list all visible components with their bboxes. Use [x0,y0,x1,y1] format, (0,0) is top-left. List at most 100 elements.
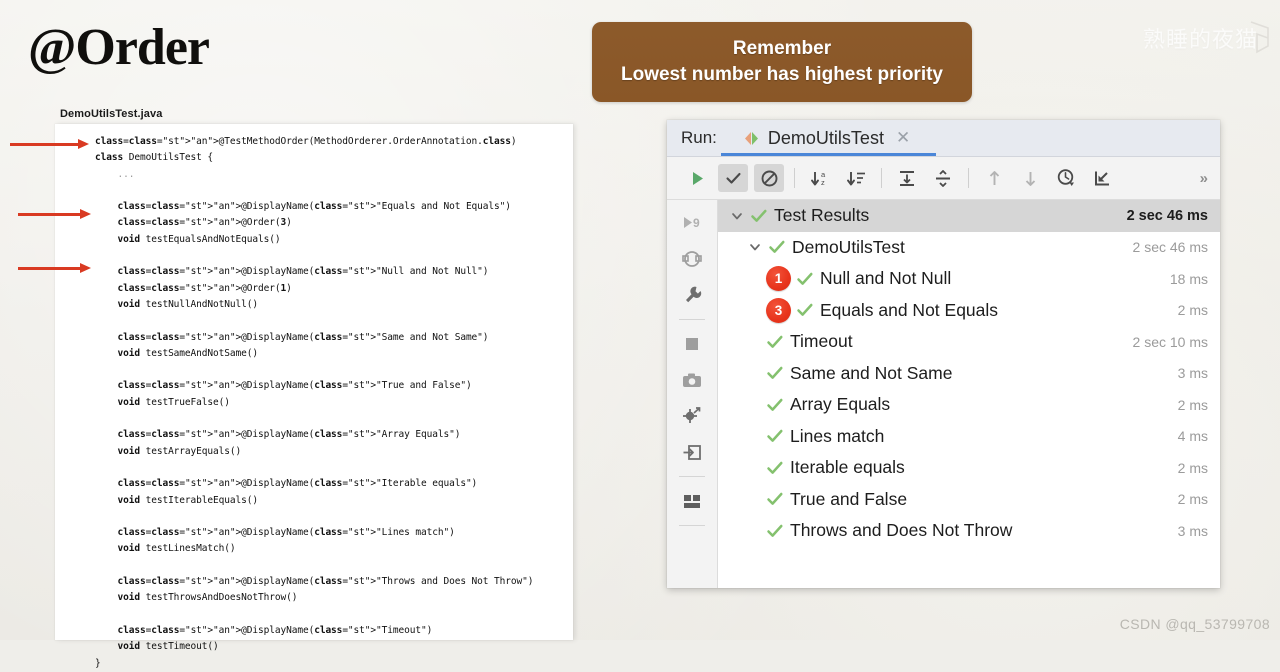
test-passed-icon [767,398,783,411]
toolbar-overflow-button[interactable]: » [1200,170,1208,187]
run-config-icon [743,131,760,146]
test-duration: 2 sec 46 ms [1132,239,1208,256]
annotation-arrow-1 [10,139,90,149]
close-icon[interactable]: ✕ [896,128,910,148]
test-row[interactable]: Lines match 4 ms [718,421,1220,453]
export-icon[interactable] [676,435,708,469]
watermark-logo-icon [1250,21,1269,54]
sort-by-duration-button[interactable] [841,164,871,192]
scroll-to-source-button[interactable] [1087,164,1117,192]
banner-line-1: Remember [732,38,832,59]
run-window-body: 9 Test Results 2 sec 46 ms DemoUtilsTest… [667,200,1220,588]
run-toolbar: a z » [667,157,1220,200]
check-icon [725,172,741,184]
page-title: @Order [28,19,210,76]
test-results-tree[interactable]: Test Results 2 sec 46 ms DemoUtilsTest 2 se… [718,200,1220,588]
test-row[interactable]: Iterable equals 2 ms [718,452,1220,484]
collapse-all-icon [936,169,950,187]
test-passed-icon [767,430,783,443]
test-row[interactable]: 3 Equals and Not Equals 2 ms [718,295,1220,327]
code-block: class=class="st">"an">@TestMethodOrder(M… [95,136,534,669]
test-duration: 2 ms [1177,491,1208,508]
test-passed-icon [767,335,783,348]
annotation-arrow-2 [18,209,96,219]
layout-icon[interactable] [676,484,708,518]
test-passed-icon [767,493,783,506]
expand-all-icon [900,170,914,186]
show-ignored-button[interactable] [754,164,784,192]
sort-duration-icon [846,171,865,185]
test-passed-icon [769,241,785,254]
test-row[interactable]: 1 Null and Not Null 18 ms [718,263,1220,295]
test-row[interactable]: Timeout 2 sec 10 ms [718,326,1220,358]
test-row[interactable]: Throws and Does Not Throw 3 ms [718,515,1220,547]
run-tabbar: Run: DemoUtilsTest ✕ [667,120,1220,157]
settings-wrench-icon[interactable] [676,278,708,312]
previous-failed-button[interactable] [979,164,1009,192]
sort-alpha-icon: a z [810,170,826,187]
tab-demoutilstest[interactable]: DemoUtilsTest ✕ [720,120,937,156]
test-name: Lines match [790,425,885,446]
no-entry-icon [761,170,777,186]
tab-label: DemoUtilsTest [767,127,884,148]
banner-line-2: Lowest number has highest priority [621,64,943,85]
svg-text:9: 9 [693,216,700,230]
test-name: Timeout [790,331,853,352]
test-name: DemoUtilsTest [792,236,905,257]
test-name: Throws and Does Not Throw [790,520,1013,541]
test-duration: 3 ms [1177,522,1208,539]
order-badge: 3 [766,297,791,323]
test-name: Test Results [774,205,870,226]
test-passed-icon [767,461,783,474]
stop-icon[interactable] [676,327,708,361]
test-row[interactable]: Same and Not Same 3 ms [718,358,1220,390]
tree-twisty-icon[interactable] [748,240,762,254]
gutter-separator [679,525,705,526]
thread-dump-icon[interactable] [676,399,708,433]
toolbar-separator [881,168,882,188]
test-passed-icon [767,367,783,380]
tree-twisty-icon[interactable] [730,209,744,223]
test-row[interactable]: Array Equals 2 ms [718,389,1220,421]
test-duration: 4 ms [1177,428,1208,445]
rerun-with-debugger-icon[interactable]: 9 [676,206,708,240]
run-label: Run: [681,128,717,147]
test-name: Equals and Not Equals [820,299,999,320]
test-duration: 2 sec 10 ms [1132,333,1208,350]
sort-alphabetically-button[interactable]: a z [805,164,835,192]
scroll-to-source-icon [1095,171,1109,185]
test-duration: 3 ms [1177,365,1208,382]
toolbar-separator [794,168,795,188]
rerun-tests-button[interactable] [682,164,712,192]
run-tool-window: Run: DemoUtilsTest ✕ a z » 9 Test Result… [667,120,1220,588]
arrow-up-icon [989,170,999,185]
tab-active-underline [720,153,937,156]
csdn-watermark: CSDN @qq_53799708 [1119,616,1270,632]
test-duration: 2 sec 46 ms [1126,207,1208,224]
clock-icon [1057,169,1074,186]
next-failed-button[interactable] [1015,164,1045,192]
test-row[interactable]: DemoUtilsTest 2 sec 46 ms [718,232,1220,264]
remember-banner: Remember Lowest number has highest prior… [592,22,972,102]
test-name: Iterable equals [790,457,905,478]
expand-all-button[interactable] [892,164,922,192]
test-name: Array Equals [790,394,891,415]
channel-watermark: 熟睡的夜猫 [1142,28,1258,53]
test-row[interactable]: Test Results 2 sec 46 ms [718,200,1220,232]
arrow-down-icon [1025,171,1035,186]
annotation-arrow-3 [18,263,96,273]
test-row[interactable]: True and False 2 ms [718,484,1220,516]
test-passed-icon [751,209,767,222]
test-name: Same and Not Same [790,362,953,383]
order-badge: 1 [766,266,791,292]
test-duration: 2 ms [1177,459,1208,476]
test-history-button[interactable] [1051,164,1081,192]
test-duration: 2 ms [1177,396,1208,413]
collapse-all-button[interactable] [928,164,958,192]
show-passed-button[interactable] [718,164,748,192]
test-duration: 18 ms [1169,270,1208,287]
test-passed-icon [797,272,813,285]
rerun-automatically-icon[interactable] [676,242,708,276]
run-gutter-toolbar: 9 [667,200,718,588]
screenshot-icon[interactable] [676,363,708,397]
